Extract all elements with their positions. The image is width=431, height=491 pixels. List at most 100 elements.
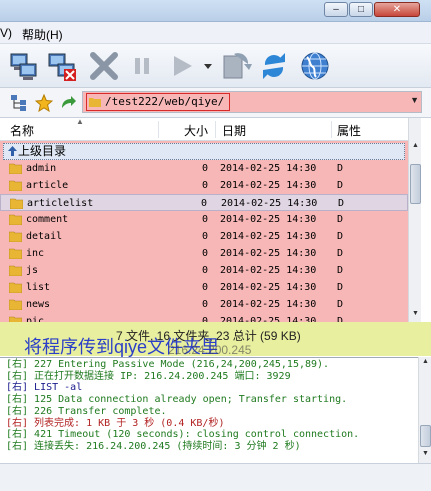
title-bar: – □ ✕ <box>0 0 431 22</box>
file-row[interactable]: js 0 2014-02-25 14:30 D <box>0 262 408 279</box>
file-size: 0 <box>201 316 208 322</box>
favorites-star-icon[interactable] <box>35 94 53 112</box>
go-up-icon[interactable] <box>59 94 77 112</box>
log-line: [右] 226 Transfer complete. <box>6 405 167 417</box>
folder-icon <box>9 282 22 293</box>
cancel-icon[interactable] <box>88 50 120 82</box>
file-name: js <box>26 265 39 276</box>
chevron-down-icon[interactable]: ▼ <box>410 95 419 105</box>
globe-icon[interactable] <box>299 50 331 82</box>
parent-folder-icon <box>8 146 17 156</box>
file-row[interactable]: news 0 2014-02-25 14:30 D <box>0 296 408 313</box>
file-attr: D <box>338 198 345 209</box>
file-date: 2014-02-25 14:30 <box>220 248 317 259</box>
queue-icon[interactable] <box>220 50 252 82</box>
file-attr: D <box>337 299 344 310</box>
parent-directory-row[interactable]: 上级目录 <box>3 143 405 160</box>
file-attr: D <box>337 248 344 259</box>
menu-view[interactable]: V) <box>0 26 12 40</box>
scrollbar-thumb[interactable] <box>420 425 431 447</box>
file-row[interactable]: detail 0 2014-02-25 14:30 D <box>0 228 408 245</box>
file-size: 0 <box>201 265 208 276</box>
minimize-button[interactable]: – <box>324 2 348 17</box>
folder-icon <box>9 214 22 225</box>
file-attr: D <box>337 265 344 276</box>
path-input[interactable]: /test222/web/qiye/ <box>86 93 230 111</box>
folder-icon <box>89 98 101 107</box>
tree-view-icon[interactable] <box>10 94 28 112</box>
sort-up-icon: ▲ <box>76 117 84 126</box>
annotation-ghost-text: 216.24.200.245 <box>168 343 252 357</box>
file-size: 0 <box>200 198 207 209</box>
log-line: [右] LIST -al <box>6 382 83 394</box>
scroll-down-icon[interactable]: ▼ <box>420 450 431 461</box>
path-text: /test222/web/qiye/ <box>105 95 225 108</box>
file-name: list <box>26 282 51 293</box>
folder-icon <box>9 163 22 174</box>
file-row[interactable]: pic 0 2014-02-25 14:30 D <box>0 313 408 322</box>
folder-icon <box>9 299 22 310</box>
close-button[interactable]: ✕ <box>374 2 420 17</box>
folder-icon <box>9 231 22 242</box>
file-name: pic <box>26 316 45 322</box>
menu-bar: V) 帮助(H) <box>0 22 431 44</box>
list-scrollbar[interactable]: ▲ ▼ <box>408 118 421 323</box>
log-line: [右] 227 Entering Passive Mode (216,24,20… <box>6 359 330 370</box>
pause-icon[interactable] <box>126 50 158 82</box>
file-size: 0 <box>201 248 208 259</box>
folder-icon <box>9 265 22 276</box>
file-name: articlelist <box>27 198 94 209</box>
file-row[interactable]: comment 0 2014-02-25 14:30 D <box>0 211 408 228</box>
scroll-up-icon[interactable]: ▲ <box>420 358 431 369</box>
file-date: 2014-02-25 14:30 <box>220 299 317 310</box>
file-list: 上级目录 admin 0 2014-02-25 14:30 Darticle 0 2014… <box>0 141 408 322</box>
column-divider[interactable] <box>331 121 332 138</box>
scroll-down-icon[interactable]: ▼ <box>410 310 421 321</box>
column-divider[interactable] <box>215 121 216 138</box>
scrollbar-thumb[interactable] <box>410 164 421 204</box>
file-name: detail <box>26 231 63 242</box>
bottom-panel <box>0 463 431 491</box>
file-attr: D <box>337 214 344 225</box>
file-date: 2014-02-25 14:30 <box>220 231 317 242</box>
log-line: [右] 125 Data connection already open; Tr… <box>6 394 348 406</box>
file-row[interactable]: list 0 2014-02-25 14:30 D <box>0 279 408 296</box>
column-header-date[interactable]: 日期 <box>222 122 246 139</box>
file-row[interactable]: admin 0 2014-02-25 14:30 D <box>0 160 408 177</box>
disconnect-icon[interactable] <box>46 50 78 82</box>
file-date: 2014-02-25 14:30 <box>220 282 317 293</box>
column-header-attr[interactable]: 属性 <box>337 122 361 139</box>
folder-icon <box>10 198 23 209</box>
play-icon[interactable] <box>166 50 198 82</box>
log-line: [右] 连接丢失: 216.24.200.245 (持续时间: 3 分钟 2 秒… <box>6 440 301 452</box>
parent-directory-label: 上级目录 <box>18 144 67 158</box>
path-bar: /test222/web/qiye/ ▼ <box>0 88 431 118</box>
log-scrollbar[interactable]: ▲ ▼ <box>418 357 431 463</box>
file-size: 0 <box>201 180 208 191</box>
menu-help[interactable]: 帮助(H) <box>22 26 63 43</box>
file-row[interactable]: articlelist 0 2014-02-25 14:30 D <box>0 194 408 211</box>
file-size: 0 <box>201 214 208 225</box>
folder-icon <box>9 248 22 259</box>
play-dropdown-icon[interactable] <box>202 50 214 82</box>
log-panel[interactable]: [右] 227 Entering Passive Mode (216,24,20… <box>0 357 418 463</box>
file-name: comment <box>26 214 69 225</box>
connect-icon[interactable] <box>8 50 40 82</box>
scroll-up-icon[interactable]: ▲ <box>410 142 421 153</box>
file-date: 2014-02-25 14:30 <box>220 214 317 225</box>
file-date: 2014-02-25 14:30 <box>220 265 317 276</box>
maximize-button[interactable]: □ <box>349 2 373 17</box>
column-header-name[interactable]: 名称 <box>10 122 34 139</box>
file-attr: D <box>337 316 344 322</box>
file-attr: D <box>337 231 344 242</box>
file-name: news <box>26 299 51 310</box>
path-combobox[interactable]: /test222/web/qiye/ ▼ <box>82 91 422 113</box>
file-size: 0 <box>201 163 208 174</box>
refresh-icon[interactable] <box>258 50 290 82</box>
column-divider[interactable] <box>158 121 159 138</box>
file-date: 2014-02-25 14:30 <box>220 180 317 191</box>
column-header-size[interactable]: 大小 <box>184 122 208 139</box>
file-row[interactable]: inc 0 2014-02-25 14:30 D <box>0 245 408 262</box>
file-row[interactable]: article 0 2014-02-25 14:30 D <box>0 177 408 194</box>
file-size: 0 <box>201 282 208 293</box>
